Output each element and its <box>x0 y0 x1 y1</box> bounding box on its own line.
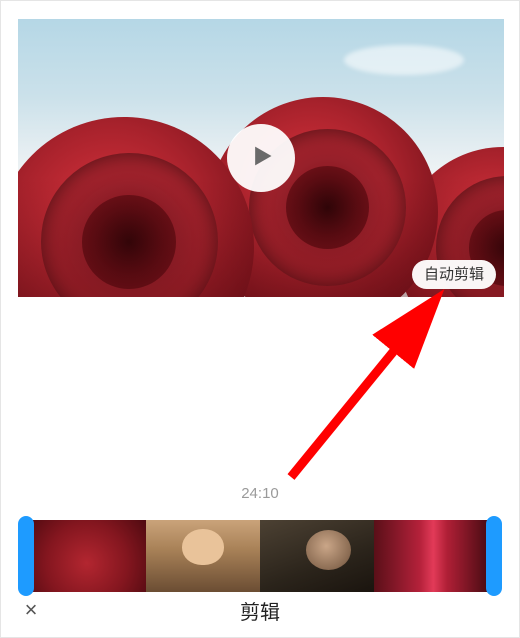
video-preview[interactable]: 自动剪辑 <box>18 19 504 297</box>
page-title: 剪辑 <box>61 596 519 625</box>
annotation-arrow <box>251 277 471 497</box>
timeline-thumbnail[interactable] <box>32 520 146 592</box>
cloud <box>344 45 464 75</box>
auto-edit-label: 自动剪辑 <box>424 266 484 283</box>
close-icon: × <box>25 597 38 622</box>
timeline-thumbnail[interactable] <box>260 520 374 592</box>
timeline[interactable] <box>18 520 502 592</box>
bottom-bar: × 剪辑 <box>1 583 519 637</box>
close-button[interactable]: × <box>1 597 61 623</box>
timeline-thumbnail[interactable] <box>146 520 260 592</box>
auto-edit-button[interactable]: 自动剪辑 <box>412 260 496 289</box>
play-icon <box>247 142 275 175</box>
play-button[interactable] <box>227 124 295 192</box>
timecode-label: 24:10 <box>1 485 519 502</box>
timeline-strip[interactable] <box>32 520 488 592</box>
app-root: { "preview": { "auto_edit_label": "自动剪辑"… <box>0 0 520 638</box>
timeline-thumbnail[interactable] <box>374 520 488 592</box>
